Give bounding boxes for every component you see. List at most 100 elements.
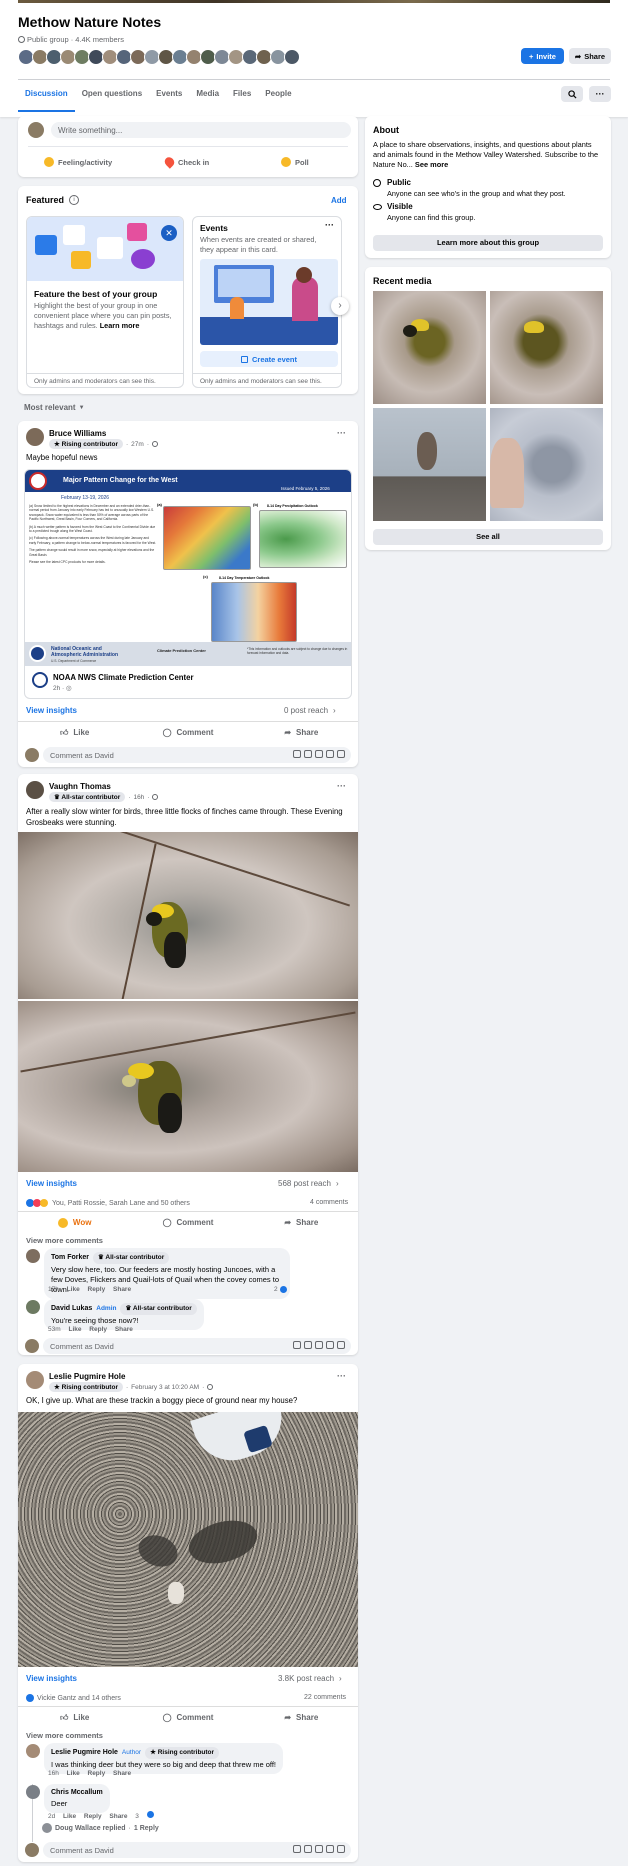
learn-more-group-button[interactable]: Learn more about this group [373,235,603,251]
shared-link-card[interactable]: Major Pattern Change for the West Issued… [24,469,352,699]
learn-more-link[interactable]: Learn more [100,321,140,330]
comment-reply-link[interactable]: Reply [88,1286,106,1293]
post-options-button[interactable]: ··· [337,781,346,791]
media-thumb-track[interactable] [490,408,603,521]
search-button[interactable] [561,86,583,102]
member-avatars[interactable] [18,49,308,65]
share-group-button[interactable]: ➦ Share [569,48,611,64]
comment-reaction-count[interactable]: 2 [274,1286,287,1293]
contributor-badge[interactable]: ♛ All-star contributor [49,792,126,802]
check-in-button[interactable]: Check in [162,155,209,169]
invite-button[interactable]: + Invite [521,48,564,64]
photo-grosbeak-2[interactable] [18,1001,358,1172]
commenter-avatar[interactable] [26,1785,40,1799]
add-featured-link[interactable]: Add [331,196,347,205]
view-insights-link[interactable]: View insights [26,1674,77,1683]
post-time[interactable]: 16h [133,794,144,801]
comment-button[interactable]: ◯ Comment [131,722,244,743]
reply-summary[interactable]: Doug Wallace replied · 1 Reply [42,1823,159,1833]
shared-page-name[interactable]: NOAA NWS Climate Prediction Center [53,673,194,682]
see-all-media-button[interactable]: See all [373,529,603,545]
author-avatar[interactable] [26,1371,44,1389]
close-featured-button[interactable]: ✕ [161,225,177,241]
commenter-avatar[interactable] [26,1249,40,1263]
wow-button[interactable]: Wow [18,1212,131,1233]
post-options-button[interactable]: ··· [337,1371,346,1381]
comment-author[interactable]: Chris Mccallum [51,1788,103,1798]
post-reach[interactable]: 0 post reach › [284,706,336,715]
comment-button[interactable]: ◯ Comment [131,1707,244,1728]
comment-share-link[interactable]: Share [113,1770,131,1777]
media-thumb-grosbeak-2[interactable] [490,291,603,404]
contributor-badge[interactable]: ★ Rising contributor [49,439,123,449]
share-button[interactable]: ➦ Share [245,1707,358,1728]
create-event-button[interactable]: Create event [200,351,338,367]
comment-share-link[interactable]: Share [113,1286,131,1293]
comment-share-link[interactable]: Share [115,1326,133,1333]
post-options-button[interactable]: ··· [337,428,346,438]
tab-media[interactable]: Media [189,82,226,112]
comment-reply-link[interactable]: Reply [88,1770,106,1777]
tab-events[interactable]: Events [149,82,189,112]
poll-button[interactable]: Poll [281,157,309,167]
commenter-avatar[interactable] [26,1744,40,1758]
see-more-link[interactable]: See more [415,160,448,169]
comment-input[interactable]: Comment as David [43,1338,351,1354]
comment-author[interactable]: Leslie Pugmire Hole [51,1748,118,1758]
post-reach[interactable]: 568 post reach › [278,1179,339,1188]
reaction-summary[interactable]: You, Patti Rossie, Sarah Lane and 50 oth… [26,1199,190,1207]
tab-files[interactable]: Files [226,82,258,112]
comment-reaction-count[interactable]: 3 [135,1811,159,1820]
info-icon[interactable]: i [69,195,79,205]
tab-open-questions[interactable]: Open questions [75,82,149,112]
group-privacy[interactable]: Public group [27,35,69,44]
user-avatar[interactable] [28,122,44,138]
comment-author[interactable]: David Lukas [51,1304,92,1314]
contributor-badge[interactable]: ★ Rising contributor [49,1382,123,1392]
page-avatar[interactable] [32,672,48,688]
share-button[interactable]: ➦ Share [245,722,358,743]
comment-like-link[interactable]: Like [68,1326,81,1333]
like-button[interactable]: 👍︎ Like [18,722,131,743]
view-insights-link[interactable]: View insights [26,1179,77,1188]
comment-input[interactable]: Comment as David [43,1842,351,1858]
member-count[interactable]: 4.4K members [75,35,124,44]
comment-like-link[interactable]: Like [67,1770,80,1777]
share-button[interactable]: ➦ Share [245,1212,358,1233]
comment-share-link[interactable]: Share [109,1813,127,1820]
comment-author[interactable]: Tom Forker [51,1253,89,1263]
carousel-next-button[interactable]: › [331,297,349,315]
post-author[interactable]: Vaughn Thomas [49,782,111,791]
post-author[interactable]: Bruce Williams [49,429,106,438]
sort-dropdown[interactable]: Most relevant ▼ [24,403,85,412]
composer-input[interactable]: Write something... [51,122,351,138]
post-time[interactable]: 27m [131,441,144,448]
post-reach[interactable]: 3.8K post reach › [278,1674,342,1683]
like-button[interactable]: 👍︎ Like [18,1707,131,1728]
reaction-summary[interactable]: Vickie Gantz and 14 others [26,1694,121,1702]
comment-reply-link[interactable]: Reply [84,1813,102,1820]
contributor-badge[interactable]: ★ Rising contributor [145,1747,220,1759]
media-thumb-squirrel[interactable] [373,408,486,521]
feeling-activity-button[interactable]: Feeling/activity [44,157,112,167]
comment-reply-link[interactable]: Reply [89,1326,107,1333]
more-options-button[interactable]: ··· [589,86,611,102]
view-more-comments[interactable]: View more comments [26,1731,103,1740]
post-time[interactable]: February 3 at 10:20 AM [131,1384,199,1391]
comments-count[interactable]: 22 comments [304,1694,346,1701]
tab-people[interactable]: People [258,82,298,112]
comment-button[interactable]: ◯ Comment [131,1212,244,1233]
group-title[interactable]: Methow Nature Notes [18,14,161,30]
author-avatar[interactable] [26,428,44,446]
photo-tracks[interactable] [18,1412,358,1667]
view-insights-link[interactable]: View insights [26,706,77,715]
events-card-options[interactable]: ··· [325,220,334,230]
contributor-badge[interactable]: ♛ All-star contributor [93,1252,170,1264]
photo-grosbeak-1[interactable] [18,832,358,999]
comment-like-link[interactable]: Like [67,1286,80,1293]
comments-count[interactable]: 4 comments [310,1199,348,1206]
media-thumb-grosbeak-1[interactable] [373,291,486,404]
member-avatar[interactable] [284,49,300,65]
commenter-avatar[interactable] [26,1300,40,1314]
comment-input[interactable]: Comment as David [43,747,351,763]
